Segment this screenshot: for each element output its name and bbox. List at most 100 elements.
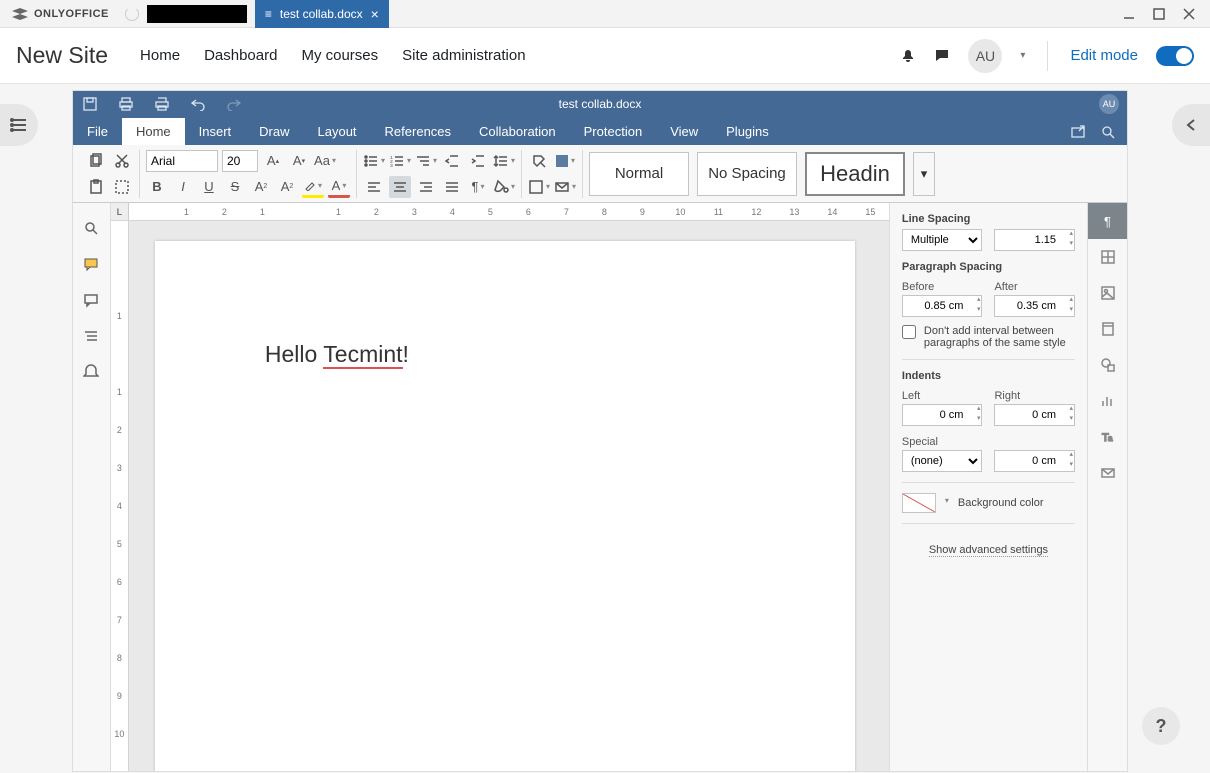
align-right-icon[interactable] — [415, 176, 437, 198]
menu-draw[interactable]: Draw — [245, 118, 303, 145]
bgcolor-swatch[interactable] — [902, 493, 936, 513]
menu-layout[interactable]: Layout — [304, 118, 371, 145]
nav-my-courses[interactable]: My courses — [301, 47, 378, 64]
nav-dashboard[interactable]: Dashboard — [204, 47, 277, 64]
special-indent-type[interactable]: (none) — [902, 450, 983, 472]
change-case-icon[interactable]: Aa — [314, 150, 336, 172]
bullets-icon[interactable] — [363, 150, 385, 172]
align-left-icon[interactable] — [363, 176, 385, 198]
decrease-font-icon[interactable]: A▾ — [288, 150, 310, 172]
document-scroll[interactable]: 112345678910 Hello Tecmint! — [111, 221, 889, 771]
style-no-spacing[interactable]: No Spacing — [697, 152, 797, 196]
user-avatar[interactable]: AU — [968, 39, 1002, 73]
nav-site-admin[interactable]: Site administration — [402, 47, 525, 64]
document-tab[interactable]: ≡ test collab.docx × — [255, 0, 389, 28]
font-name-select[interactable] — [146, 150, 218, 172]
chat-icon[interactable] — [82, 291, 100, 309]
menu-plugins[interactable]: Plugins — [712, 118, 783, 145]
horizontal-ruler[interactable]: L 121123456789101112131415 — [111, 203, 889, 221]
bold-icon[interactable]: B — [146, 176, 168, 198]
select-all-icon[interactable] — [111, 176, 133, 198]
feedback-icon[interactable] — [82, 363, 100, 381]
no-interval-input[interactable] — [902, 325, 916, 339]
undo-icon[interactable] — [189, 95, 207, 113]
borders-icon[interactable] — [528, 176, 550, 198]
mail-merge-icon[interactable] — [554, 176, 576, 198]
table-settings-icon[interactable] — [1088, 239, 1128, 275]
menu-references[interactable]: References — [371, 118, 465, 145]
save-icon[interactable] — [81, 95, 99, 113]
messages-icon[interactable] — [934, 48, 950, 64]
mailmerge-settings-icon[interactable] — [1088, 455, 1128, 491]
font-color-icon[interactable]: A — [328, 176, 350, 198]
styles-dropdown-icon[interactable]: ▾ — [913, 152, 935, 196]
find-icon[interactable] — [82, 219, 100, 237]
shape-settings-icon[interactable] — [1088, 347, 1128, 383]
menu-protection[interactable]: Protection — [570, 118, 657, 145]
close-button[interactable] — [1176, 3, 1202, 25]
underline-icon[interactable]: U — [198, 176, 220, 198]
copy-icon[interactable] — [85, 150, 107, 172]
tab-close-icon[interactable]: × — [371, 6, 379, 22]
show-advanced-link[interactable]: Show advanced settings — [929, 544, 1048, 557]
menu-view[interactable]: View — [656, 118, 712, 145]
subscript-icon[interactable]: A2 — [276, 176, 298, 198]
vertical-ruler[interactable]: 112345678910 — [111, 221, 129, 771]
right-drawer-toggle[interactable] — [1172, 104, 1210, 146]
shading-icon[interactable] — [493, 176, 515, 198]
indent-left[interactable] — [902, 404, 983, 426]
quick-print-icon[interactable] — [153, 95, 171, 113]
font-size-select[interactable] — [222, 150, 258, 172]
header-footer-icon[interactable] — [1088, 311, 1128, 347]
document-page[interactable]: Hello Tecmint! — [155, 241, 855, 771]
open-location-icon[interactable] — [1071, 125, 1085, 139]
line-spacing-value[interactable] — [994, 229, 1075, 251]
nav-home[interactable]: Home — [140, 47, 180, 64]
image-settings-icon[interactable] — [1088, 275, 1128, 311]
line-spacing-type[interactable]: Multiple — [902, 229, 983, 251]
comments-icon[interactable] — [82, 255, 100, 273]
multilevel-icon[interactable] — [415, 150, 437, 172]
numbering-icon[interactable]: 123 — [389, 150, 411, 172]
menu-home[interactable]: Home — [122, 118, 185, 145]
menu-insert[interactable]: Insert — [185, 118, 246, 145]
align-justify-icon[interactable] — [441, 176, 463, 198]
menu-file[interactable]: File — [73, 118, 122, 145]
paragraph-settings-icon[interactable]: ¶ — [1088, 203, 1128, 239]
print-icon[interactable] — [117, 95, 135, 113]
chart-settings-icon[interactable] — [1088, 383, 1128, 419]
special-indent-value[interactable] — [994, 450, 1075, 472]
redo-icon[interactable] — [225, 95, 243, 113]
maximize-button[interactable] — [1146, 3, 1172, 25]
paste-icon[interactable] — [85, 176, 107, 198]
spacing-after[interactable] — [994, 295, 1075, 317]
align-center-icon[interactable] — [389, 176, 411, 198]
page-wrap[interactable]: Hello Tecmint! — [129, 221, 889, 771]
minimize-button[interactable] — [1116, 3, 1142, 25]
clear-format-icon[interactable] — [528, 150, 550, 172]
line-spacing-icon[interactable] — [493, 150, 515, 172]
highlight-color-icon[interactable] — [302, 176, 324, 198]
style-normal[interactable]: Normal — [589, 152, 689, 196]
headings-icon[interactable] — [82, 327, 100, 345]
notifications-icon[interactable] — [900, 48, 916, 64]
user-menu-caret-icon[interactable]: ▾ — [1020, 50, 1025, 61]
strike-icon[interactable]: S — [224, 176, 246, 198]
no-interval-checkbox[interactable]: Don't add interval between paragraphs of… — [902, 325, 1075, 349]
fill-color-icon[interactable] — [554, 150, 576, 172]
cut-icon[interactable] — [111, 150, 133, 172]
style-heading[interactable]: Headin — [805, 152, 905, 196]
search-icon[interactable] — [1101, 125, 1115, 139]
left-drawer-toggle[interactable] — [0, 104, 38, 146]
menu-collaboration[interactable]: Collaboration — [465, 118, 570, 145]
textart-settings-icon[interactable]: Ta — [1088, 419, 1128, 455]
help-button[interactable]: ? — [1142, 707, 1180, 745]
edit-mode-toggle[interactable] — [1156, 46, 1194, 66]
nonprinting-icon[interactable]: ¶ — [467, 176, 489, 198]
indent-right[interactable] — [994, 404, 1075, 426]
spacing-before[interactable] — [902, 295, 983, 317]
italic-icon[interactable]: I — [172, 176, 194, 198]
increase-indent-icon[interactable] — [467, 150, 489, 172]
editor-user-badge[interactable]: AU — [1099, 94, 1119, 114]
decrease-indent-icon[interactable] — [441, 150, 463, 172]
